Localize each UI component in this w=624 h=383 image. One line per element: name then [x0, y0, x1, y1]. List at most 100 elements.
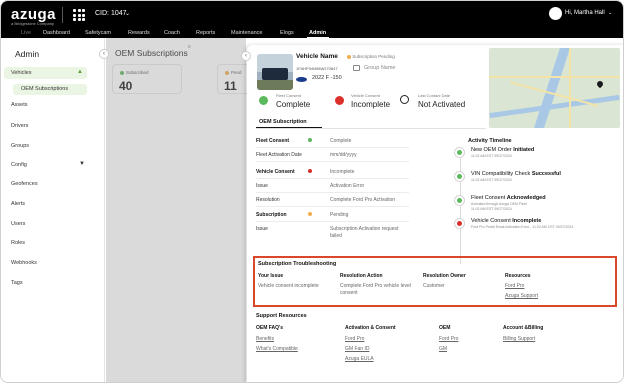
detail-value: Activation Error: [330, 183, 365, 189]
customer-id-selector[interactable]: CID: 1047: [95, 10, 127, 17]
support-col-header: OEM FAQ's: [256, 325, 284, 331]
issue-value: Vehicle consent incomplete: [258, 283, 319, 289]
fleet-consent-label: Fleet Consent: [276, 93, 301, 98]
support-link-oem-gm[interactable]: GM: [439, 346, 447, 352]
nav-elogs[interactable]: Elogs: [280, 30, 294, 36]
sidebar-item-assets[interactable]: Assets: [11, 102, 28, 108]
detail-key: Fleet Consent: [256, 138, 290, 144]
nav-coach[interactable]: Coach: [164, 30, 180, 36]
support-link-ford-pro[interactable]: Ford Pro: [345, 336, 364, 342]
sidebar-item-users[interactable]: Users: [11, 221, 25, 227]
detail-row: Subscription Pending: [256, 208, 409, 222]
azuga-logo[interactable]: azuga a Bridgestone Company: [11, 6, 56, 26]
detail-row: Fleet Consent Complete: [256, 134, 409, 148]
detail-value: Complete Ford Pro Activation: [330, 197, 396, 203]
caret-up-icon[interactable]: ▲: [77, 69, 83, 75]
detail-value: Pending: [330, 212, 349, 218]
app-grid-icon[interactable]: [73, 9, 85, 21]
timeline-status-icon: [454, 171, 465, 182]
timeline-item-title: Fleet Consent Acknowledged: [471, 195, 546, 201]
support-link-benefits[interactable]: Benefits: [256, 336, 274, 342]
nav-live[interactable]: Live: [21, 30, 31, 36]
support-link-azuga-eula[interactable]: Azuga EULA: [345, 356, 374, 362]
avatar[interactable]: [549, 7, 562, 20]
timeline-item-title: VIN Compatibility Check Successful: [471, 171, 561, 177]
resolution-owner-value: Customer: [423, 283, 445, 289]
sidebar-item-oem-subscriptions[interactable]: OEM Subscriptions: [13, 84, 87, 95]
nav-reports[interactable]: Reports: [196, 30, 215, 36]
status-dot: [308, 138, 312, 142]
support-link-oem-ford-pro[interactable]: Ford Pro: [439, 336, 458, 342]
vehicle-vin: 1FAHP34N98W270847: [296, 66, 338, 71]
nav-maintenance[interactable]: Maintenance: [231, 30, 263, 36]
timeline-event-status: Acknowledged: [506, 195, 546, 201]
logo-tagline: a Bridgestone Company: [11, 21, 54, 26]
vehicle-name: Vehicle Name: [296, 53, 338, 60]
vehicle-detail-drawer: Vehicle Name Subscription Pending 1FAHP3…: [247, 45, 623, 382]
nav-admin[interactable]: Admin: [309, 30, 326, 36]
resource-link-ford-pro[interactable]: Ford Pro: [505, 283, 524, 289]
active-nav-indicator: [307, 37, 329, 39]
group-name: Group Name: [364, 65, 396, 71]
detail-value: Complete: [330, 138, 352, 144]
status-dot: [347, 54, 351, 59]
vehicle-consent-label: Vehicle Consent: [351, 93, 380, 98]
timeline-item-title: New OEM Order Initiated: [471, 147, 534, 153]
nav-dashboard[interactable]: Dashboard: [43, 30, 70, 36]
support-col-header: Account &Billing: [503, 325, 544, 331]
sidebar-collapse-button[interactable]: ‹: [99, 49, 109, 59]
col-header-resolution-action: Resolution Action: [340, 273, 383, 279]
drawer-backdrop[interactable]: [106, 38, 246, 382]
last-contact-label: Last Contact Date: [418, 93, 451, 98]
sidebar-item-drivers[interactable]: Drivers: [11, 123, 28, 129]
sidebar-item-label: Vehicles: [11, 70, 32, 76]
timeline-event: New OEM Order: [471, 147, 512, 153]
detail-row: Vehicle Consent Incomplete: [256, 165, 409, 179]
chevron-down-icon[interactable]: ⌄: [608, 10, 612, 16]
support-link-gm-fan-id[interactable]: GM Fan ID: [345, 346, 369, 352]
detail-key: Subscription: [256, 212, 287, 218]
tab-divider: [256, 128, 486, 129]
vehicle-location-map[interactable]: [489, 48, 620, 128]
sidebar-item-roles[interactable]: Roles: [11, 240, 25, 246]
sidebar-item-vehicles[interactable]: Vehicles ▲: [4, 67, 87, 79]
detail-value: mm/dd/yyyy: [330, 152, 357, 158]
subscription-status-text: Subscription Pending: [352, 54, 395, 59]
detail-row: Issue Activation Error: [256, 179, 409, 193]
tab-oem-subscription[interactable]: OEM Subscription: [259, 119, 307, 125]
support-link-billing-support[interactable]: Billing Support: [503, 336, 535, 342]
detail-row: Issue Subscription Activation request fa…: [256, 222, 409, 242]
vehicle-consent-value: Incomplete: [351, 100, 391, 109]
col-header-your-issue: Your Issue: [258, 273, 284, 279]
detail-key: Resolution: [256, 197, 280, 203]
sidebar-item-config[interactable]: Config: [11, 162, 27, 168]
user-greeting[interactable]: Hi, Martha Hall: [565, 10, 605, 16]
sidebar-item-alerts[interactable]: Alerts: [11, 201, 25, 207]
sidebar-title: Admin: [15, 49, 40, 59]
nav-safetycam[interactable]: Safetycam: [85, 30, 111, 36]
support-link-whats-compatible[interactable]: What's Compatible: [256, 346, 298, 352]
chevron-down-icon[interactable]: ⌄: [125, 10, 130, 17]
nav-rewards[interactable]: Rewards: [128, 30, 150, 36]
sidebar-item-webhooks[interactable]: Webhooks: [11, 260, 37, 266]
resource-link-azuga-support[interactable]: Azuga Support: [505, 293, 538, 299]
detail-key: Vehicle Consent: [256, 169, 295, 175]
caret-down-icon[interactable]: ▼: [79, 161, 85, 167]
vehicle-image: [257, 54, 293, 90]
detail-key: Issue: [256, 226, 268, 232]
header-divider: [62, 7, 63, 23]
sidebar-item-groups[interactable]: Groups: [11, 143, 29, 149]
sidebar-item-geofences[interactable]: Geofences: [11, 181, 38, 187]
timeline-timestamp: 11:02 AM EST 09/27/2024: [471, 178, 512, 182]
detail-row: Resolution Complete Ford Pro Activation: [256, 193, 409, 207]
support-col-header: OEM: [439, 325, 451, 331]
timeline-event: VIN Compatibility Check: [471, 171, 531, 177]
alert-circle-icon: [335, 96, 344, 105]
timeline-item-title: Vehicle Consent Incomplete: [471, 218, 541, 224]
timeline-title: Activity Timeline: [468, 138, 512, 144]
timeline-event: Fleet Consent: [471, 195, 506, 201]
map-pin-icon[interactable]: [595, 79, 605, 89]
drawer-collapse-button[interactable]: ‹: [241, 51, 251, 61]
timeline-note: Activated through Azuga OEM Fleet: [471, 202, 527, 206]
sidebar-item-tags[interactable]: Tags: [11, 280, 23, 286]
